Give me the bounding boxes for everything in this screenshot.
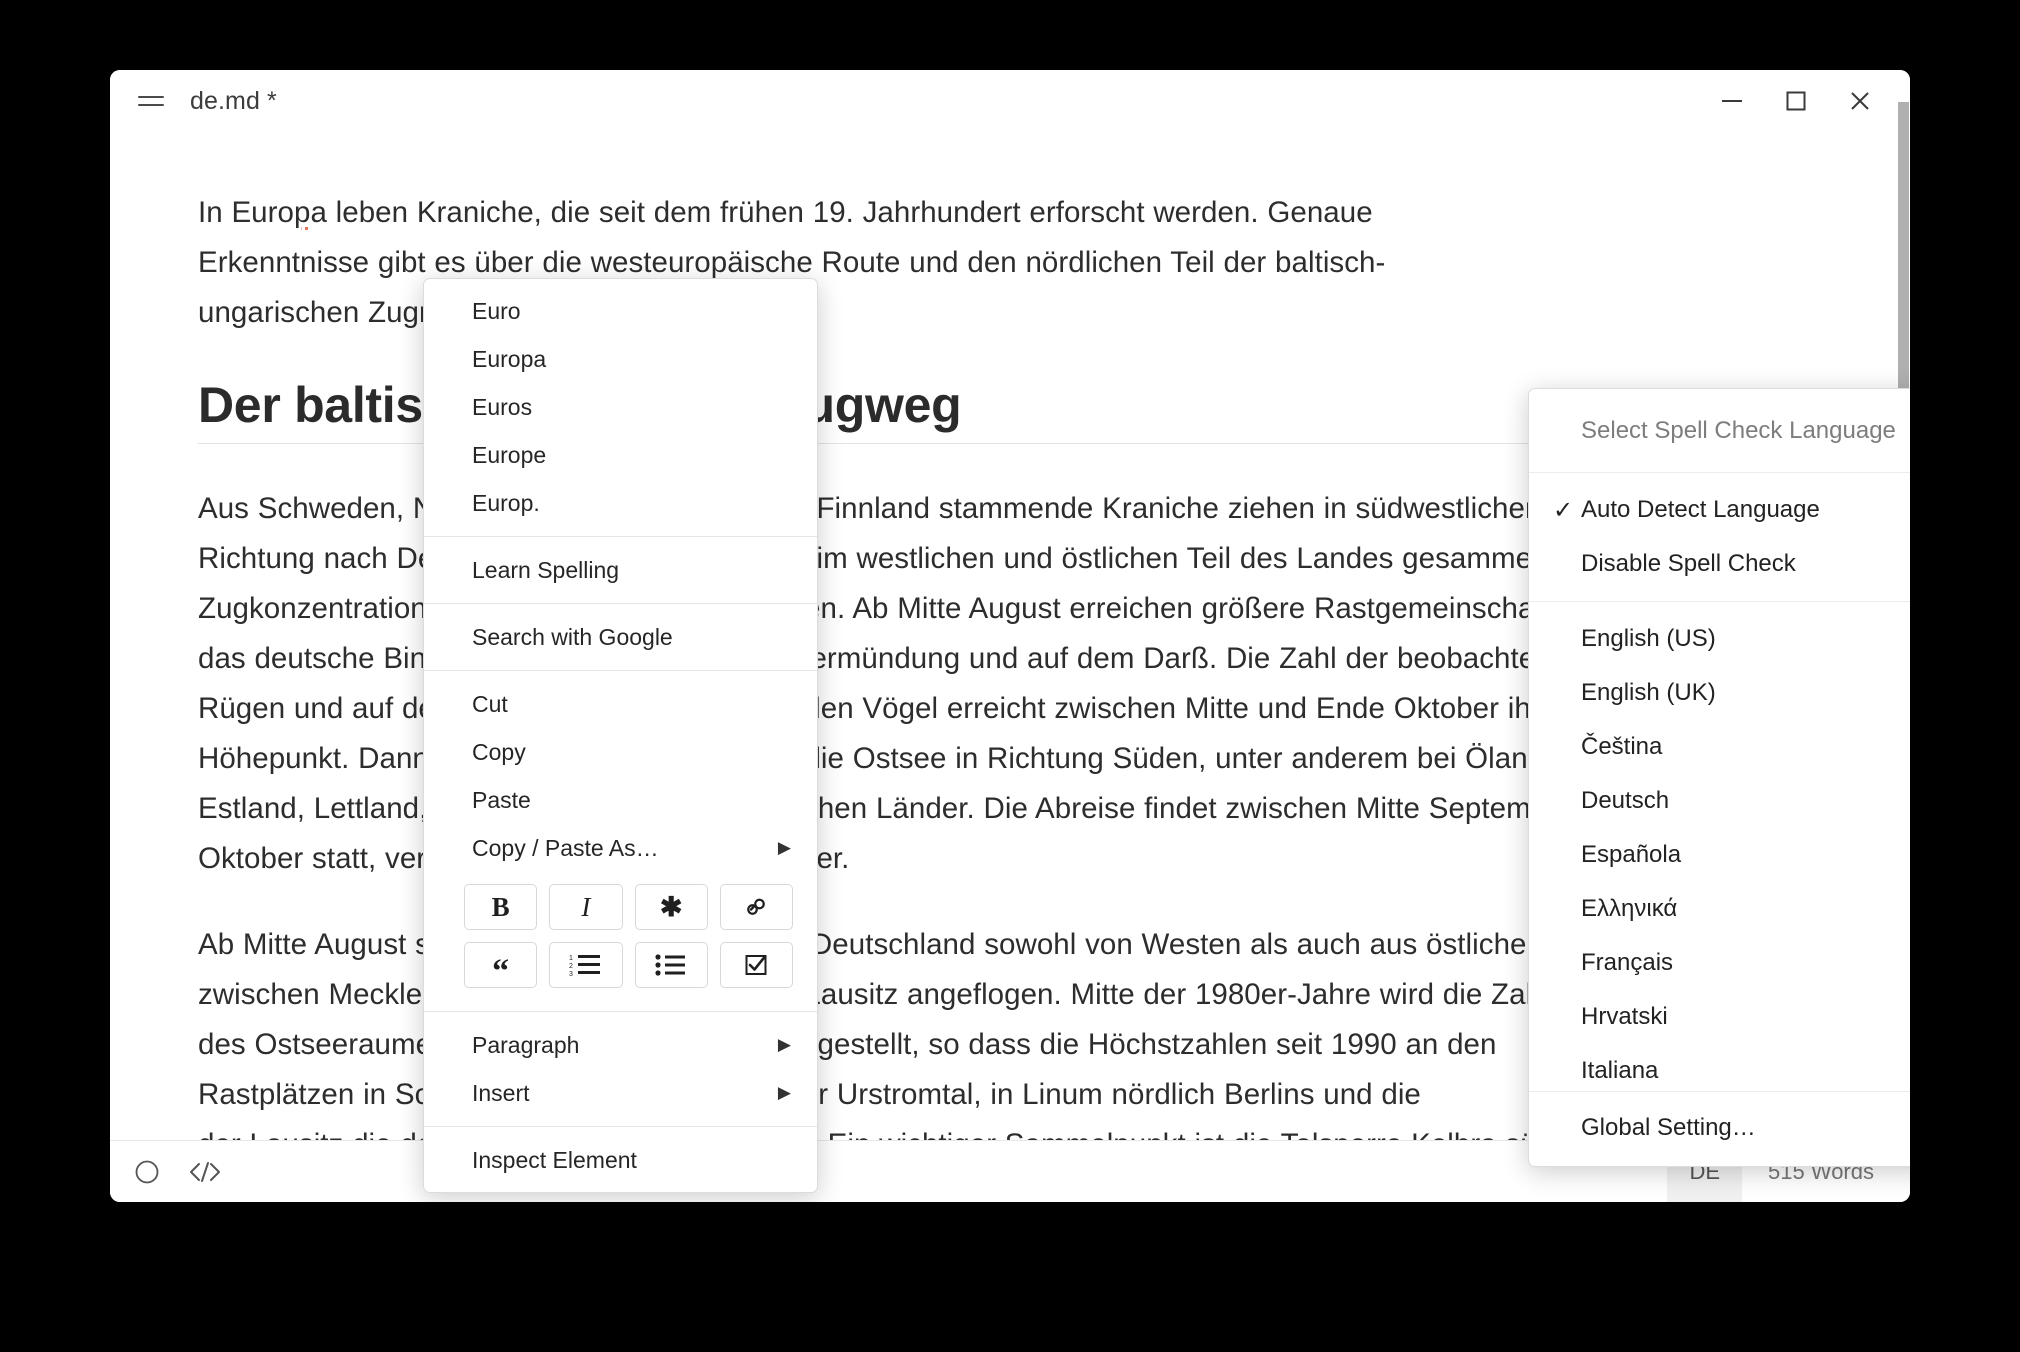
unordered-list-button[interactable] (634, 942, 708, 988)
global-setting-item[interactable]: Global Setting… (1529, 1100, 1910, 1156)
language-label: Española (1581, 841, 1682, 868)
text-line: Zugkonzentrationen im Herbst festgestell… (198, 591, 1584, 625)
language-panel-footer: Global Setting… (1529, 1092, 1910, 1166)
suggestion-euros[interactable]: Euros (424, 383, 817, 431)
link-button[interactable] (719, 884, 793, 930)
ordered-list-button[interactable]: 1 2 3 (549, 942, 623, 988)
format-toolbar[interactable]: B I ✱ “ 1 2 3 (424, 872, 817, 1002)
suggestion-europe[interactable]: Europe (424, 431, 817, 479)
text-line: Aus Schweden, Norwegen, vielleicht auch … (198, 491, 1535, 525)
cut-item[interactable]: Cut (424, 680, 817, 728)
application-window: de.md * In Europa leben Kraniche, die se… (110, 70, 1910, 1202)
paragraph-item[interactable]: Paragraph ▶ (424, 1021, 817, 1069)
search-with-google-item[interactable]: Search with Google (424, 613, 817, 661)
language-label: Ελληνικά (1581, 895, 1678, 922)
menu-divider (424, 536, 817, 537)
language-item-it[interactable]: Italiana IT (1529, 1044, 1910, 1091)
title-bar: de.md * (110, 70, 1910, 132)
language-label: Français (1581, 949, 1674, 976)
language-item-fr[interactable]: Français FR (1529, 936, 1910, 990)
minimize-button[interactable] (1700, 78, 1764, 124)
svg-text:1: 1 (569, 955, 573, 962)
paragraph-label: Paragraph (472, 1031, 580, 1058)
disable-spell-check-item[interactable]: Disable Spell Check (1529, 537, 1910, 591)
language-label: Italiana (1581, 1057, 1659, 1084)
text-line: Estland, Lettland, Litauen und die skand… (198, 791, 1574, 825)
text-line: zwischen Mecklenburg, Brandenburg und de… (198, 977, 1601, 1011)
language-item-de[interactable]: Deutsch DE (1529, 774, 1910, 828)
chevron-right-icon: ▶ (777, 838, 791, 857)
text-run: Erkenntnisse gibt es über die westeuropä… (198, 246, 813, 279)
code-icon[interactable] (188, 1160, 222, 1184)
window-controls (1700, 70, 1892, 132)
italic-button[interactable]: I (549, 884, 623, 930)
language-panel-header: Select Spell Check Language (1529, 389, 1910, 473)
suggestion-europa[interactable]: Europa (424, 335, 817, 383)
language-list[interactable]: English (US) EN-US English (UK) EN-GB Če… (1529, 602, 1910, 1091)
copy-item[interactable]: Copy (424, 728, 817, 776)
language-label: English (US) (1581, 625, 1716, 652)
chevron-right-icon: ▶ (777, 1035, 791, 1054)
suggestion-euro[interactable]: Euro (424, 287, 817, 335)
context-menu[interactable]: Euro Europa Euros Europe Europ. Learn Sp… (423, 278, 818, 1193)
language-panel-top-group: ✓ Auto Detect Language DE Disable Spell … (1529, 473, 1910, 602)
status-bar-left (134, 1159, 222, 1185)
paste-item[interactable]: Paste (424, 776, 817, 824)
insert-label: Insert (472, 1079, 530, 1106)
text-run: 9. Jahrhundert erforscht werden. Genaue (829, 196, 1373, 229)
learn-spelling-item[interactable]: Learn Spelling (424, 546, 817, 594)
language-label: English (UK) (1581, 679, 1716, 706)
language-item-cs[interactable]: Čeština CS (1529, 720, 1910, 774)
svg-text:3: 3 (569, 971, 573, 978)
text-run: a leben Kraniche, die seit dem frühen 1 (310, 196, 830, 229)
asterisk-button[interactable]: ✱ (634, 884, 708, 930)
text-line: Ab Mitte August sammeln sich die Kranich… (198, 927, 1662, 961)
language-label: Hrvatski (1581, 1003, 1668, 1030)
language-list-container[interactable]: English (US) EN-US English (UK) EN-GB Če… (1529, 602, 1910, 1092)
global-setting-label: Global Setting… (1581, 1114, 1756, 1141)
auto-detect-language-item[interactable]: ✓ Auto Detect Language DE (1529, 483, 1910, 537)
suggestion-europ-abbrev[interactable]: Europ. (424, 479, 817, 527)
page-title: de.md * (190, 86, 277, 115)
inspect-element-item[interactable]: Inspect Element (424, 1136, 817, 1184)
chevron-right-icon: ▶ (777, 1083, 791, 1102)
menu-divider (424, 1126, 817, 1127)
checklist-button[interactable] (719, 942, 793, 988)
blockquote-button[interactable]: “ (464, 942, 538, 988)
circle-icon[interactable] (134, 1159, 160, 1185)
menu-divider (424, 670, 817, 671)
hamburger-bar (138, 104, 164, 106)
copy-paste-as-item[interactable]: Copy / Paste As… ▶ (424, 824, 817, 872)
text-line: des Ostseeraumes wurden hohe Bestände fe… (198, 1027, 1497, 1061)
text-line: der Lausitz die der Küstenregionen übert… (198, 1128, 1598, 1141)
text-run: In Euro (198, 196, 294, 229)
text-line: Richtung nach Deutschland, nachdem sie s… (198, 541, 1547, 575)
language-label: Čeština (1581, 733, 1663, 760)
disable-spell-check-label: Disable Spell Check (1581, 550, 1796, 577)
language-item-es[interactable]: Española ES (1529, 828, 1910, 882)
auto-detect-label: Auto Detect Language (1581, 496, 1820, 523)
checkmark-icon: ✓ (1553, 496, 1574, 524)
svg-text:2: 2 (569, 963, 573, 970)
menu-divider (424, 603, 817, 604)
language-item-hr[interactable]: Hrvatski HR (1529, 990, 1910, 1044)
text-line: Rügen und auf dem Darß. Die Zahl der ras… (198, 691, 1574, 725)
bold-button[interactable]: B (464, 884, 538, 930)
hamburger-icon[interactable] (138, 88, 168, 114)
language-item-el[interactable]: Ελληνικά EL (1529, 882, 1910, 936)
copy-paste-as-label: Copy / Paste As… (472, 834, 659, 861)
close-button[interactable] (1828, 78, 1892, 124)
text-line: Höhepunkt. Dann beginnt der Weiterzug üb… (198, 741, 1611, 775)
text-run: Route und den nördlichen Teil der baltis… (821, 246, 1386, 279)
language-item-en-gb[interactable]: English (UK) EN-GB (1529, 666, 1910, 720)
spelling-error-word[interactable]: p (294, 196, 310, 229)
hamburger-bar (138, 96, 164, 98)
language-label: Deutsch (1581, 787, 1670, 814)
maximize-button[interactable] (1764, 78, 1828, 124)
text-line: das deutsche Binnenland, vor allem an de… (198, 641, 1577, 675)
spell-check-language-panel[interactable]: Select Spell Check Language ✓ Auto Detec… (1528, 388, 1910, 1167)
menu-divider (424, 1011, 817, 1012)
insert-item[interactable]: Insert ▶ (424, 1069, 817, 1117)
language-item-en-us[interactable]: English (US) EN-US (1529, 612, 1910, 666)
